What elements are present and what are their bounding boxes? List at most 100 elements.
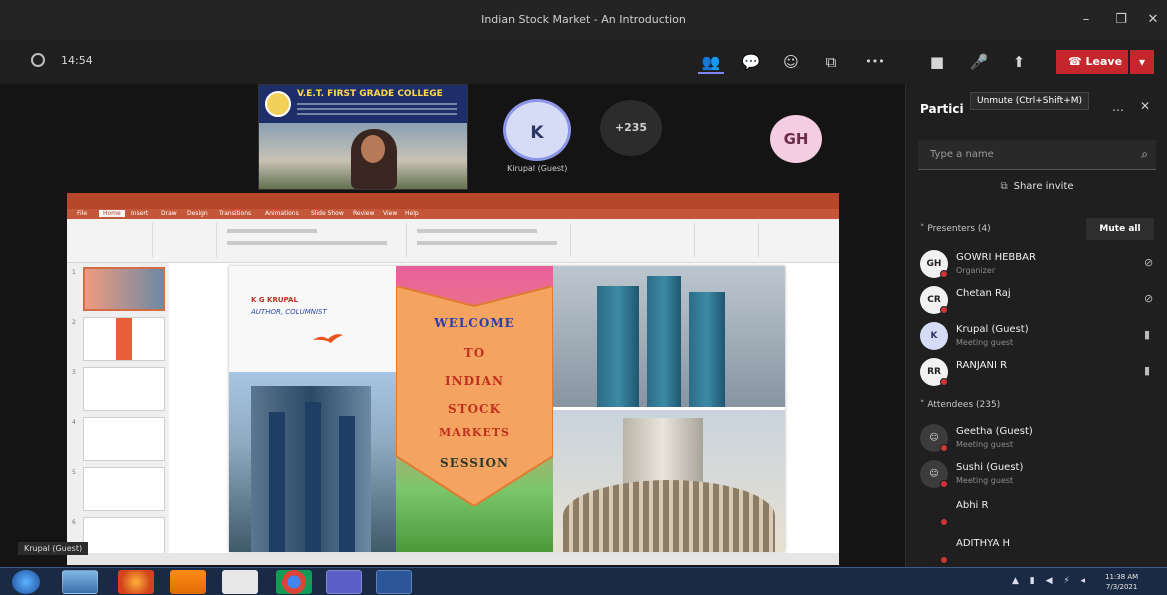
ribbon-group-clipboard bbox=[73, 223, 153, 257]
panel-close-icon[interactable]: ✕ bbox=[1140, 99, 1150, 113]
status-dot bbox=[940, 306, 948, 314]
pinned-participant-label: Krupal (Guest) bbox=[18, 542, 89, 555]
chrome-icon[interactable] bbox=[276, 570, 312, 594]
vlc-icon[interactable] bbox=[170, 570, 206, 594]
slide-welcome-panel: WELCOME TO INDIAN STOCK MARKETS SESSION bbox=[396, 266, 553, 552]
more-participants-tile[interactable]: +235 bbox=[600, 100, 662, 156]
speaker-face bbox=[361, 135, 385, 163]
welcome-line: STOCK bbox=[447, 402, 502, 416]
participant-row[interactable]: ☺ Sushi (Guest) Meeting guest bbox=[906, 456, 1167, 492]
recording-icon bbox=[31, 53, 45, 67]
app-icon[interactable] bbox=[222, 570, 258, 594]
slide-thumbnail[interactable] bbox=[83, 267, 165, 311]
college-address-lines bbox=[297, 103, 457, 105]
shared-powerpoint-window: File Home Insert Draw Design Transitions… bbox=[67, 193, 839, 565]
slide-thumbnail[interactable] bbox=[83, 367, 165, 411]
taskbar-clock[interactable]: 11:38 AM 7/3/2021 bbox=[1105, 572, 1138, 592]
slide-presenter-name: K G KRUPAL bbox=[251, 296, 298, 304]
ppt-tab-home[interactable]: Home bbox=[99, 210, 125, 217]
teams-icon[interactable] bbox=[326, 570, 362, 594]
window-title: Indian Stock Market - An Introduction bbox=[481, 13, 686, 26]
participant-row[interactable]: ☺ Geetha (Guest) Meeting guest bbox=[906, 420, 1167, 456]
ribbon-group-drawing bbox=[575, 223, 695, 257]
ppt-tab-insert[interactable]: Insert bbox=[131, 210, 148, 217]
avatar-tile-k[interactable]: K bbox=[503, 99, 571, 161]
status-dot bbox=[940, 378, 948, 386]
participant-row[interactable]: GH GOWRI HEBBAR Organizer ⊘ bbox=[906, 246, 1167, 282]
start-button[interactable] bbox=[12, 570, 40, 594]
system-tray[interactable]: ▲ ▮ ◀ ⚡ ◂ bbox=[1012, 576, 1089, 586]
participant-row[interactable]: RR RANJANI R ▮ bbox=[906, 354, 1167, 390]
teams-window: Indian Stock Market - An Introduction – … bbox=[0, 0, 1167, 567]
slide-thumbnail[interactable] bbox=[83, 467, 165, 511]
ppt-tab-slideshow[interactable]: Slide Show bbox=[311, 210, 344, 217]
search-placeholder: Type a name bbox=[930, 149, 994, 160]
ppt-tab-transitions[interactable]: Transitions bbox=[219, 210, 251, 217]
slide-building-photo bbox=[229, 372, 396, 552]
ppt-title-bar bbox=[67, 193, 839, 209]
reactions-icon[interactable]: ☺ bbox=[778, 50, 804, 74]
clock-date: 7/3/2021 bbox=[1105, 583, 1138, 591]
title-bar: Indian Stock Market - An Introduction – … bbox=[0, 0, 1167, 40]
powerpoint-icon[interactable] bbox=[376, 570, 412, 594]
welcome-line: INDIAN bbox=[445, 374, 504, 388]
participant-video-tile[interactable]: V.E.T. FIRST GRADE COLLEGE bbox=[258, 84, 468, 190]
participant-name: RANJANI R bbox=[956, 360, 1008, 371]
ppt-tab-animations[interactable]: Animations bbox=[265, 210, 299, 217]
avatar-tile-gh[interactable]: GH bbox=[770, 115, 822, 163]
mic-icon: ▮ bbox=[1144, 328, 1151, 341]
share-screen-icon[interactable]: ⬆ bbox=[1006, 50, 1032, 74]
participant-row[interactable]: CR Chetan Raj ⊘ bbox=[906, 282, 1167, 318]
participant-search-input[interactable]: Type a name ⌕ bbox=[918, 140, 1156, 170]
leave-button[interactable]: ☎ Leave bbox=[1056, 50, 1128, 74]
file-explorer-icon[interactable] bbox=[62, 570, 98, 594]
participant-row[interactable]: ADITHYA H bbox=[906, 532, 1167, 567]
search-icon: ⌕ bbox=[1141, 147, 1148, 161]
presenters-section-header[interactable]: ˅ Presenters (4) bbox=[920, 224, 991, 234]
windows-taskbar: ▲ ▮ ◀ ⚡ ◂ 11:38 AM 7/3/2021 bbox=[0, 567, 1167, 595]
firefox-icon[interactable] bbox=[118, 570, 154, 594]
ribbon-group-font bbox=[221, 223, 407, 257]
participant-row[interactable]: K Krupal (Guest) Meeting guest ▮ bbox=[906, 318, 1167, 354]
clock-time: 11:38 AM bbox=[1105, 573, 1139, 581]
participant-name: Krupal (Guest) bbox=[956, 324, 1029, 335]
ppt-tab-review[interactable]: Review bbox=[353, 210, 374, 217]
participants-panel: Partici Unmute (Ctrl+Shift+M) … ✕ Type a… bbox=[905, 84, 1167, 567]
slide-thumbnail[interactable] bbox=[83, 417, 165, 461]
participant-name: Abhi R bbox=[956, 500, 989, 511]
ppt-tab-help[interactable]: Help bbox=[405, 210, 419, 217]
ribbon-group-editing bbox=[699, 223, 759, 257]
ppt-tab-file[interactable]: File bbox=[77, 210, 87, 217]
share-invite-button[interactable]: ⧉ Share invite bbox=[918, 176, 1156, 198]
people-icon[interactable]: 👥 bbox=[698, 50, 724, 74]
rooms-icon[interactable]: ⧉ bbox=[818, 50, 844, 74]
college-name: V.E.T. FIRST GRADE COLLEGE bbox=[297, 89, 443, 99]
presenters-section-label: Presenters (4) bbox=[927, 224, 991, 234]
status-dot bbox=[940, 518, 948, 526]
avatar-tile-k-label: Kirupal (Guest) bbox=[507, 164, 568, 173]
attendees-section-header[interactable]: ˅ Attendees (235) bbox=[920, 400, 1000, 410]
leave-dropdown-button[interactable]: ▾ bbox=[1130, 50, 1154, 74]
ppt-tab-draw[interactable]: Draw bbox=[161, 210, 177, 217]
chat-icon[interactable]: 💬 bbox=[738, 50, 764, 74]
panel-title: Partici bbox=[920, 102, 964, 116]
mic-icon[interactable]: 🎤 bbox=[966, 50, 992, 74]
avatar: K bbox=[920, 322, 948, 350]
welcome-line: SESSION bbox=[440, 456, 509, 470]
maximize-button[interactable]: ❐ bbox=[1108, 10, 1134, 30]
more-actions-button[interactable]: ••• bbox=[862, 50, 888, 74]
college-banner: V.E.T. FIRST GRADE COLLEGE bbox=[259, 85, 467, 123]
slide-presenter-role: AUTHOR, COLUMNIST bbox=[251, 308, 327, 316]
panel-more-button[interactable]: … bbox=[1112, 100, 1124, 114]
participant-role: Meeting guest bbox=[956, 440, 1014, 449]
ppt-tab-design[interactable]: Design bbox=[187, 210, 208, 217]
camera-icon[interactable]: ■ bbox=[924, 50, 950, 74]
minimize-button[interactable]: – bbox=[1073, 10, 1099, 30]
close-button[interactable]: ✕ bbox=[1140, 10, 1166, 30]
mute-all-button[interactable]: Mute all bbox=[1086, 218, 1154, 240]
slide-thumbnail-pane: 1 2 3 4 5 6 bbox=[67, 263, 169, 561]
participant-row[interactable]: Abhi R bbox=[906, 494, 1167, 530]
slide-thumbnail[interactable] bbox=[83, 317, 165, 361]
ppt-tab-view[interactable]: View bbox=[383, 210, 397, 217]
status-dot bbox=[940, 270, 948, 278]
